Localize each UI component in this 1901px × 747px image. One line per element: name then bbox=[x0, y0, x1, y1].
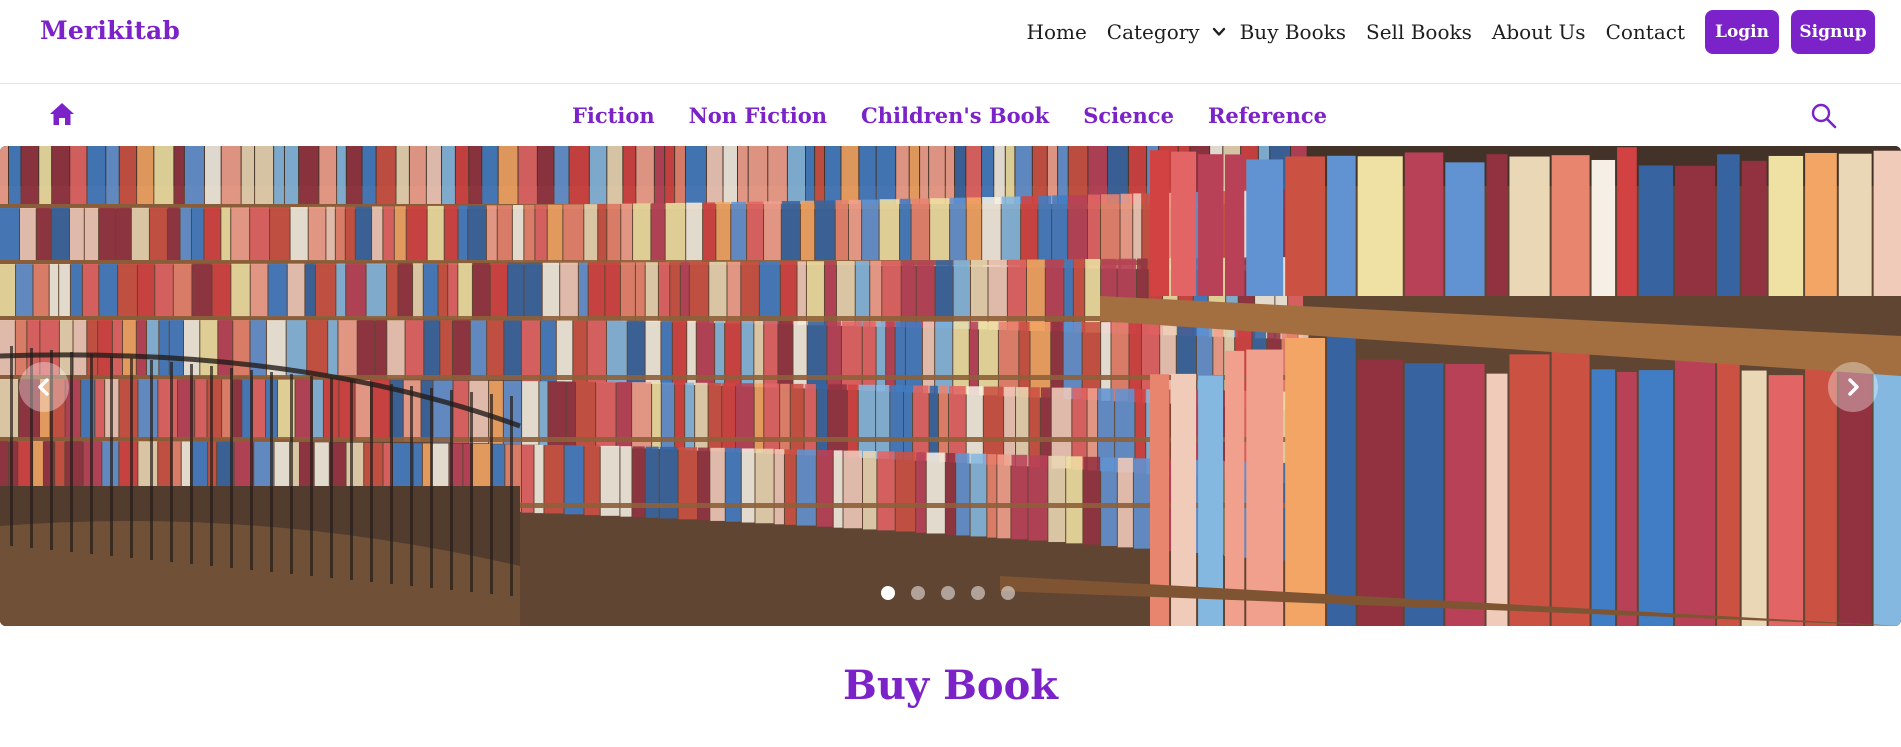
category-science-link[interactable]: Science bbox=[1083, 103, 1174, 128]
carousel-dot[interactable] bbox=[941, 586, 955, 600]
search-icon[interactable] bbox=[1810, 102, 1838, 130]
nav-about-link[interactable]: About Us bbox=[1492, 20, 1586, 44]
category-childrens-book-link[interactable]: Children's Book bbox=[861, 103, 1049, 128]
carousel-prev-button[interactable] bbox=[19, 362, 69, 412]
login-button[interactable]: Login bbox=[1705, 10, 1779, 54]
category-non-fiction-link[interactable]: Non Fiction bbox=[689, 103, 827, 128]
category-links: Fiction Non Fiction Children's Book Scie… bbox=[0, 84, 1901, 146]
chevron-right-icon bbox=[1848, 378, 1859, 396]
carousel-dot[interactable] bbox=[911, 586, 925, 600]
hero-carousel[interactable] bbox=[0, 146, 1901, 626]
section-title: Buy Book bbox=[843, 662, 1058, 709]
nav-category-label: Category bbox=[1106, 20, 1200, 44]
signup-button[interactable]: Signup bbox=[1791, 10, 1875, 54]
nav-buy-books-link[interactable]: Buy Books bbox=[1240, 20, 1346, 44]
nav-sell-books-link[interactable]: Sell Books bbox=[1366, 20, 1472, 44]
chevron-down-icon bbox=[1212, 27, 1225, 36]
carousel-next-button[interactable] bbox=[1828, 362, 1878, 412]
main-nav: Home Category Buy Books Sell Books About… bbox=[1027, 10, 1875, 54]
carousel-dot[interactable] bbox=[1001, 586, 1015, 600]
nav-contact-link[interactable]: Contact bbox=[1606, 20, 1685, 44]
category-reference-link[interactable]: Reference bbox=[1208, 103, 1327, 128]
top-navbar: Merikitab Home Category Buy Books Sell B… bbox=[0, 0, 1901, 84]
bookshelf-image bbox=[0, 146, 1901, 626]
carousel-dot[interactable] bbox=[881, 586, 895, 600]
category-fiction-link[interactable]: Fiction bbox=[572, 103, 655, 128]
category-bar: Fiction Non Fiction Children's Book Scie… bbox=[0, 84, 1901, 146]
brand-logo[interactable]: Merikitab bbox=[40, 16, 180, 45]
nav-category-dropdown[interactable]: Category bbox=[1107, 20, 1226, 44]
carousel-indicators bbox=[881, 586, 1031, 600]
nav-home-link[interactable]: Home bbox=[1027, 20, 1087, 44]
carousel-dot[interactable] bbox=[971, 586, 985, 600]
chevron-left-icon bbox=[38, 378, 49, 396]
